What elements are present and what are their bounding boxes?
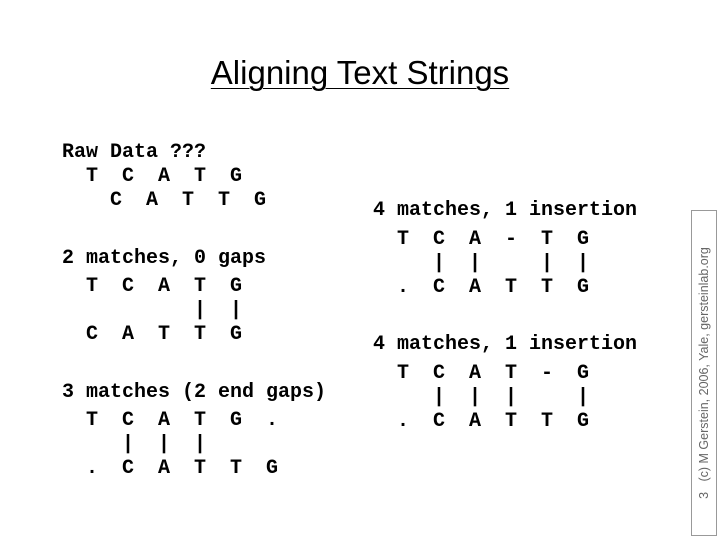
alignment-1-top: T C A T G [62, 275, 243, 298]
alignment-2-heading: 3 matches (2 end gaps) [62, 381, 327, 404]
alignment-2-top: T C A T G . [62, 409, 279, 432]
alignment-4-top: T C A T - G [373, 362, 590, 385]
footer-box: 3 (c) M Gerstein, 2006, Yale, gersteinla… [691, 210, 717, 536]
alignment-1-matches: | | [62, 299, 243, 322]
raw-seq-1: T C A T G [62, 165, 243, 188]
slide-title: Aligning Text Strings [210, 54, 510, 91]
alignment-3-heading: 4 matches, 1 insertion [373, 199, 638, 222]
alignment-4-matches: | | | | [373, 386, 590, 409]
slide: Aligning Text Strings Raw Data ??? T C A… [0, 0, 720, 540]
footer-copyright: 3 (c) M Gerstein, 2006, Yale, gersteinla… [697, 247, 711, 499]
alignment-3-bottom: . C A T T G [373, 276, 590, 299]
alignment-3-top: T C A - T G [373, 228, 590, 251]
alignment-2-matches: | | | [62, 433, 207, 456]
alignment-1-bottom: C A T T G [62, 323, 243, 346]
alignment-3-matches: | | | | [373, 252, 590, 275]
alignment-1-heading: 2 matches, 0 gaps [62, 247, 267, 270]
alignment-2-bottom: . C A T T G [62, 457, 279, 480]
alignment-4-bottom: . C A T T G [373, 410, 590, 433]
raw-data-heading: Raw Data ??? [62, 141, 207, 164]
alignment-4-heading: 4 matches, 1 insertion [373, 333, 638, 356]
raw-seq-2: C A T T G [62, 189, 267, 212]
